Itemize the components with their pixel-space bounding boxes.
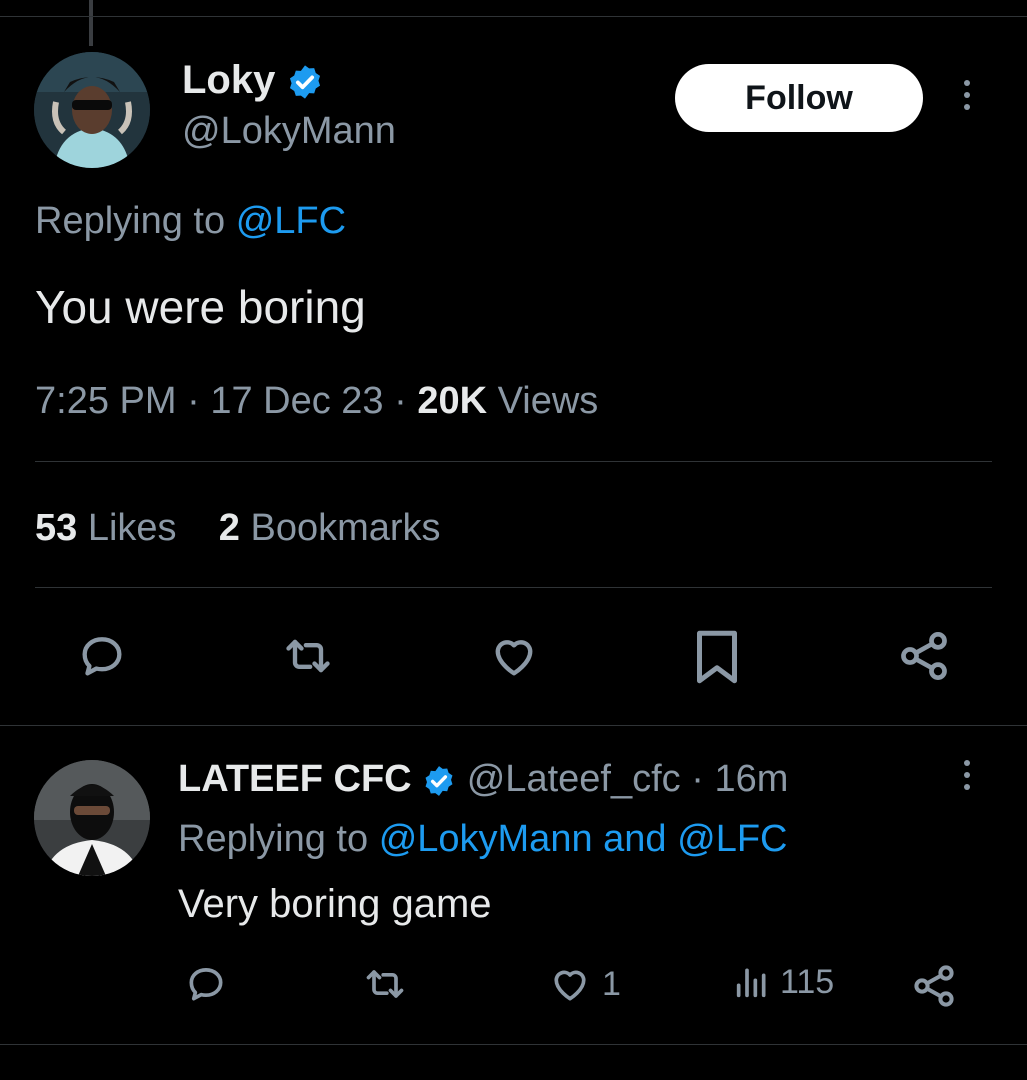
retweet-icon[interactable] (276, 628, 340, 684)
bookmarks-count: 2 (218, 507, 240, 549)
share-icon[interactable] (894, 628, 954, 684)
reply-author-handle[interactable]: @Lateef_cfc (467, 758, 681, 800)
reply-like-button[interactable]: 1 (546, 962, 621, 1006)
likes-label: Likes (87, 507, 177, 549)
divider (35, 587, 992, 588)
reply-text: Very boring game (178, 882, 492, 926)
reply-more-options-icon[interactable] (964, 760, 970, 790)
reply-icon[interactable] (72, 628, 132, 684)
reply-header: LATEEF CFC @Lateef_cfc · 16m (178, 758, 789, 800)
reply-author-name[interactable]: LATEEF CFC (178, 758, 412, 800)
tweet-text: You were boring (35, 281, 366, 333)
likes-count: 53 (35, 507, 78, 549)
views-chart-icon (736, 968, 766, 998)
reply-share-icon[interactable] (910, 962, 958, 1010)
replying-to-link-1[interactable]: @LokyMann (379, 818, 593, 860)
views-label: Views (497, 380, 599, 422)
like-icon (554, 970, 586, 1001)
thread-line (89, 0, 93, 46)
tweet-date[interactable]: 17 Dec 23 (210, 380, 383, 422)
reply-like-count: 1 (602, 964, 621, 1003)
author-name-row[interactable]: Loky (182, 58, 324, 103)
reply-retweet-icon[interactable] (358, 962, 412, 1006)
replying-to-link[interactable]: @LFC (236, 200, 346, 242)
top-divider (0, 16, 1027, 17)
more-options-icon[interactable] (964, 80, 970, 110)
divider (0, 725, 1027, 726)
bookmarks-stat[interactable]: 2 Bookmarks (219, 507, 441, 549)
replying-prefix: Replying to (35, 200, 226, 242)
divider (0, 1044, 1027, 1045)
follow-button[interactable]: Follow (675, 64, 923, 132)
reply-reply-icon[interactable] (182, 962, 230, 1006)
author-name[interactable]: Loky (182, 58, 275, 102)
avatar-image (34, 760, 150, 876)
author-avatar[interactable] (34, 52, 150, 168)
reply-views-count: 115 (780, 962, 835, 1001)
author-handle[interactable]: @LokyMann (182, 110, 396, 153)
tweet-meta: 7:25 PM · 17 Dec 23 · 20K Views (35, 380, 599, 422)
reply-views-button[interactable]: 115 (732, 962, 834, 1002)
tweet-time[interactable]: 7:25 PM (35, 380, 177, 422)
reply-author-avatar[interactable] (34, 760, 150, 876)
tweet-stats: 53 Likes 2 Bookmarks (35, 507, 441, 550)
verified-badge-icon (290, 65, 321, 100)
reply-replying-prefix: Replying to (178, 818, 369, 860)
like-icon[interactable] (484, 628, 544, 684)
replying-to-link-2[interactable]: @LFC (677, 818, 787, 860)
replying-join: and (603, 818, 667, 860)
bookmarks-label: Bookmarks (250, 507, 441, 549)
replying-to-line: Replying to @LFC (35, 200, 346, 243)
reply-replying-to-line: Replying to @LokyMann and @LFC (178, 818, 788, 861)
divider (35, 461, 992, 462)
bookmark-icon[interactable] (690, 626, 744, 688)
verified-badge-icon (425, 766, 453, 796)
reply-age[interactable]: 16m (714, 758, 788, 800)
likes-stat[interactable]: 53 Likes (35, 507, 177, 549)
avatar-image (34, 52, 150, 168)
views-count: 20K (417, 380, 488, 422)
